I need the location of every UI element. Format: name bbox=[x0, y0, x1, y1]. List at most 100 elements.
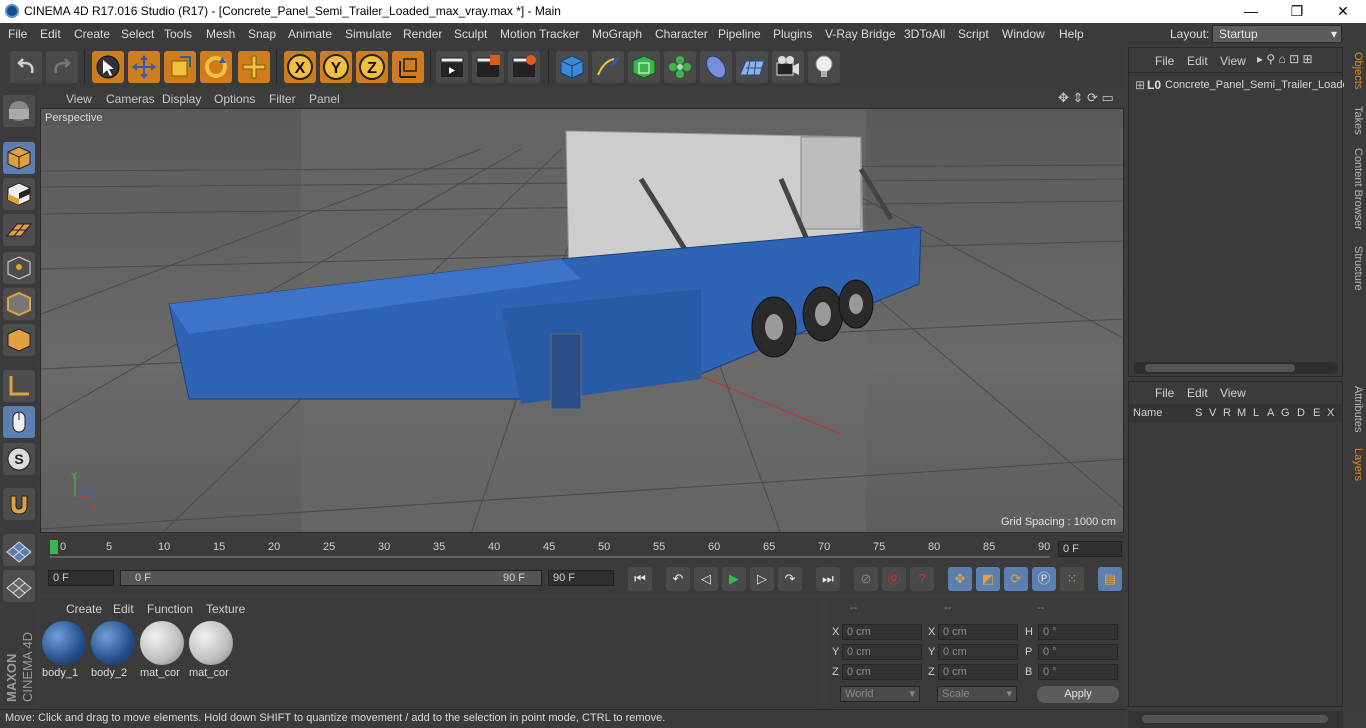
snap-button[interactable] bbox=[3, 488, 35, 520]
menu-snap[interactable]: Snap bbox=[248, 27, 276, 41]
viewport-menu-options[interactable]: Options bbox=[214, 92, 255, 106]
material-menu-create[interactable]: Create bbox=[66, 602, 102, 616]
close-button[interactable]: ✕ bbox=[1320, 0, 1366, 23]
coordinate-mode-dropdown[interactable]: World ▾ bbox=[840, 686, 920, 702]
menu-3dtoall[interactable]: 3DToAll bbox=[904, 27, 945, 41]
current-frame-field[interactable]: 0 F bbox=[1058, 541, 1122, 557]
material-swatch-mat-cor-2[interactable]: mat_cor bbox=[189, 621, 235, 679]
add-camera-button[interactable] bbox=[772, 51, 804, 83]
points-mode-button[interactable] bbox=[3, 252, 35, 284]
material-swatch-body-2[interactable]: body_2 bbox=[91, 621, 137, 679]
objects-toolbar-icons[interactable]: ▸ ⚲ ⌂ ⊡ ⊞ bbox=[1257, 52, 1313, 66]
tab-takes[interactable]: Takes bbox=[1346, 106, 1364, 135]
goto-start-button[interactable]: ⏮ bbox=[628, 567, 652, 591]
scale-tool-button[interactable] bbox=[164, 51, 196, 83]
material-swatch-mat-cor-1[interactable]: mat_cor bbox=[140, 621, 186, 679]
z-axis-lock-button[interactable]: Z bbox=[356, 51, 388, 83]
position-y-field[interactable]: 0 cm bbox=[842, 644, 922, 660]
move-tool-button[interactable] bbox=[128, 51, 160, 83]
menu-tools[interactable]: Tools bbox=[164, 27, 192, 41]
next-key-button[interactable]: ↷ bbox=[778, 567, 802, 591]
render-settings-button[interactable] bbox=[508, 51, 540, 83]
add-floor-button[interactable] bbox=[736, 51, 768, 83]
size-x-field[interactable]: 0 cm bbox=[938, 624, 1018, 640]
horizontal-scrollbar[interactable] bbox=[1133, 362, 1338, 374]
add-light-button[interactable] bbox=[808, 51, 840, 83]
add-deformer-button[interactable] bbox=[700, 51, 732, 83]
layers-menu-file[interactable]: File bbox=[1155, 386, 1174, 400]
key-pla-button[interactable]: ⁙ bbox=[1060, 567, 1084, 591]
rotate-tool-button[interactable] bbox=[200, 51, 232, 83]
tab-attributes[interactable]: Attributes bbox=[1346, 386, 1364, 432]
size-mode-dropdown[interactable]: Scale ▾ bbox=[937, 686, 1017, 702]
key-rotation-button[interactable]: ⟳ bbox=[1004, 567, 1028, 591]
make-editable-button[interactable] bbox=[3, 95, 35, 127]
objects-menu-edit[interactable]: Edit bbox=[1187, 54, 1208, 68]
menu-character[interactable]: Character bbox=[655, 27, 708, 41]
object-row[interactable]: ⊞ L0 Concrete_Panel_Semi_Trailer_Loaded bbox=[1135, 78, 1345, 94]
workplane-mode-button[interactable] bbox=[3, 214, 35, 246]
viewport-menu-display[interactable]: Display bbox=[162, 92, 201, 106]
menu-create[interactable]: Create bbox=[74, 27, 110, 41]
key-position-button[interactable]: ✥ bbox=[948, 567, 972, 591]
menu-select[interactable]: Select bbox=[121, 27, 154, 41]
texture-mode-button[interactable] bbox=[3, 178, 35, 210]
scrollbar-thumb[interactable] bbox=[1145, 364, 1295, 372]
undo-button[interactable] bbox=[10, 51, 42, 83]
rotation-h-field[interactable]: 0 ° bbox=[1038, 624, 1118, 640]
tab-structure[interactable]: Structure bbox=[1346, 246, 1364, 291]
record-keys-button[interactable]: ⊘ bbox=[854, 567, 878, 591]
polygons-mode-button[interactable] bbox=[3, 324, 35, 356]
workplane-lock-button[interactable] bbox=[3, 534, 35, 566]
viewport-menu-view[interactable]: View bbox=[66, 92, 92, 106]
size-z-field[interactable]: 0 cm bbox=[938, 664, 1018, 680]
scrollbar-thumb[interactable] bbox=[1142, 715, 1328, 723]
coordinate-system-button[interactable] bbox=[392, 51, 424, 83]
y-axis-lock-button[interactable]: Y bbox=[320, 51, 352, 83]
menu-window[interactable]: Window bbox=[1002, 27, 1045, 41]
goto-end-button[interactable]: ⏭ bbox=[816, 567, 840, 591]
add-mograph-cloner-button[interactable] bbox=[664, 51, 696, 83]
rotation-b-field[interactable]: 0 ° bbox=[1038, 664, 1118, 680]
viewport-menu-cameras[interactable]: Cameras bbox=[106, 92, 155, 106]
layout-dropdown[interactable]: Startup ▾ bbox=[1212, 25, 1342, 43]
menu-sculpt[interactable]: Sculpt bbox=[454, 27, 487, 41]
menu-pipeline[interactable]: Pipeline bbox=[718, 27, 761, 41]
material-menu-function[interactable]: Function bbox=[147, 602, 193, 616]
menu-motion-tracker[interactable]: Motion Tracker bbox=[500, 27, 579, 41]
playhead[interactable] bbox=[50, 540, 58, 554]
material-menu-texture[interactable]: Texture bbox=[206, 602, 245, 616]
keyframe-selection-button[interactable]: ? bbox=[910, 567, 934, 591]
material-swatch-body-1[interactable]: body_1 bbox=[42, 621, 88, 679]
position-z-field[interactable]: 0 cm bbox=[842, 664, 922, 680]
menu-mograph[interactable]: MoGraph bbox=[592, 27, 642, 41]
objects-menu-view[interactable]: View bbox=[1220, 54, 1246, 68]
previous-key-button[interactable]: ↶ bbox=[666, 567, 690, 591]
menu-plugins[interactable]: Plugins bbox=[773, 27, 812, 41]
menu-mesh[interactable]: Mesh bbox=[206, 27, 235, 41]
end-frame-field[interactable]: 90 F bbox=[548, 570, 614, 586]
play-button[interactable]: ▶ bbox=[722, 567, 746, 591]
live-selection-button[interactable] bbox=[92, 51, 124, 83]
material-menu-edit[interactable]: Edit bbox=[113, 602, 134, 616]
edges-mode-button[interactable] bbox=[3, 288, 35, 320]
menu-file[interactable]: File bbox=[8, 27, 27, 41]
menu-render[interactable]: Render bbox=[403, 27, 442, 41]
add-generator-button[interactable] bbox=[628, 51, 660, 83]
workplane-align-button[interactable] bbox=[3, 570, 35, 602]
objects-menu-file[interactable]: File bbox=[1155, 54, 1174, 68]
menu-simulate[interactable]: Simulate bbox=[345, 27, 392, 41]
tab-content-browser[interactable]: Content Browser bbox=[1346, 148, 1364, 230]
layers-menu-view[interactable]: View bbox=[1220, 386, 1246, 400]
expand-tree-icon[interactable]: ⊞ bbox=[1135, 78, 1145, 92]
redo-button[interactable] bbox=[46, 51, 78, 83]
solo-button[interactable]: S bbox=[3, 443, 35, 475]
add-spline-pen-button[interactable] bbox=[592, 51, 624, 83]
axis-mode-button[interactable] bbox=[3, 370, 35, 402]
rotation-p-field[interactable]: 0 ° bbox=[1038, 644, 1118, 660]
viewport-nav-icons[interactable]: ✥ ⇕ ⟳ ▭ bbox=[1058, 90, 1114, 106]
menu-animate[interactable]: Animate bbox=[288, 27, 332, 41]
timeline-ruler[interactable] bbox=[40, 535, 1124, 565]
perspective-viewport[interactable] bbox=[40, 108, 1124, 533]
key-parameter-button[interactable]: Ⓟ bbox=[1032, 567, 1056, 591]
